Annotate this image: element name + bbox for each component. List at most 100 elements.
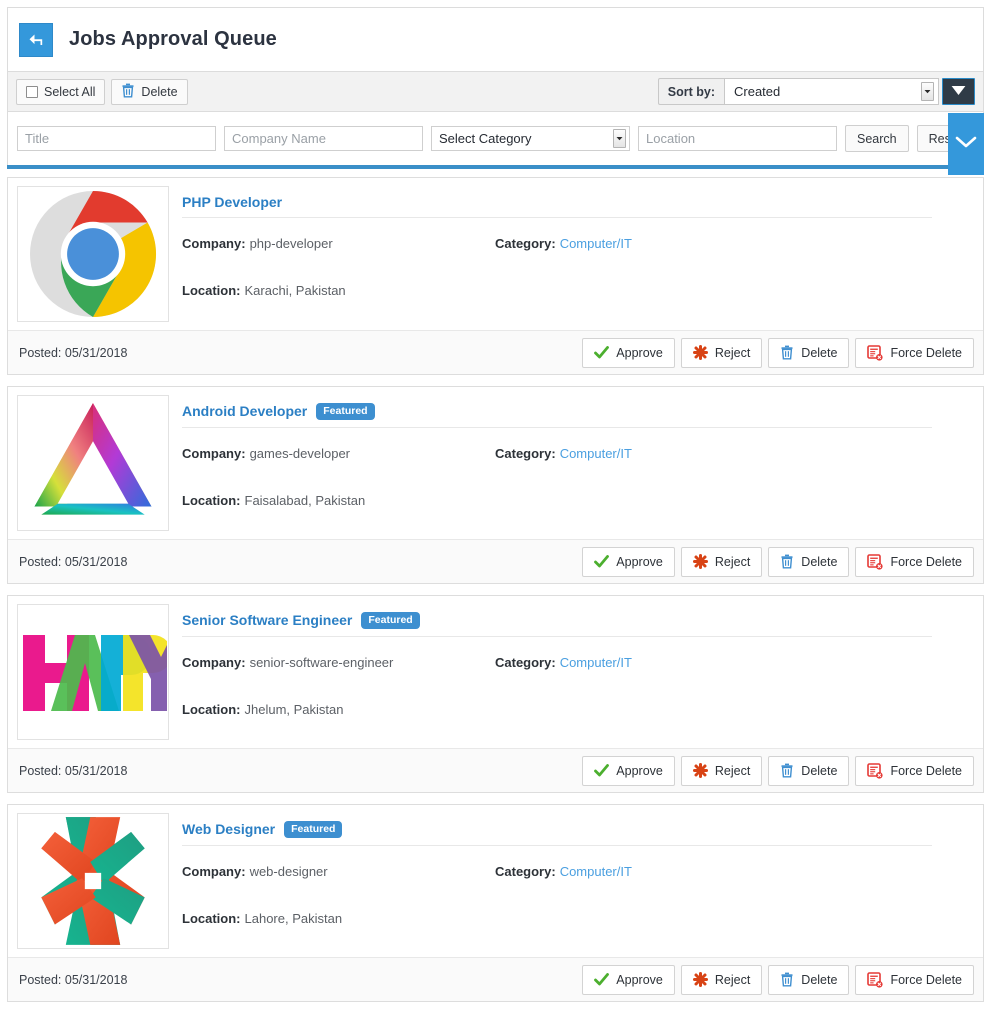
company-value: php-developer bbox=[249, 236, 333, 251]
job-title-row: Senior Software Engineer Featured bbox=[182, 612, 932, 637]
select-all-checkbox[interactable] bbox=[26, 85, 38, 98]
company-label: Company: bbox=[182, 654, 246, 670]
form-delete-icon bbox=[867, 971, 884, 988]
bulk-action-toolbar: Select All Delete Sort by: Created bbox=[7, 71, 984, 112]
trash-icon bbox=[780, 763, 794, 778]
approve-label: Approve bbox=[616, 763, 663, 778]
job-card-body: PHP Developer Company: php-developer Catego… bbox=[8, 178, 983, 330]
category-link[interactable]: Computer/IT bbox=[560, 864, 632, 879]
approve-label: Approve bbox=[616, 345, 663, 360]
force-delete-button[interactable]: Force Delete bbox=[855, 755, 974, 786]
force-delete-button[interactable]: Force Delete bbox=[855, 964, 974, 995]
job-card: Android Developer Featured Company: games-d… bbox=[7, 386, 984, 584]
location-field: Location: Lahore, Pakistan bbox=[182, 910, 495, 928]
location-value: Lahore, Pakistan bbox=[244, 910, 343, 926]
approve-label: Approve bbox=[616, 554, 663, 569]
location-field: Location: Karachi, Pakistan bbox=[182, 282, 495, 300]
job-title-link[interactable]: Senior Software Engineer bbox=[182, 612, 352, 628]
job-title-link[interactable]: Web Designer bbox=[182, 821, 275, 837]
search-company-input[interactable] bbox=[224, 126, 423, 151]
job-actions: Approve Reject Delete Force Delete bbox=[582, 546, 974, 577]
bulk-delete-button[interactable]: Delete bbox=[111, 78, 188, 105]
form-delete-icon bbox=[867, 762, 884, 779]
job-list: PHP Developer Company: php-developer Catego… bbox=[0, 166, 991, 1014]
page-header: Jobs Approval Queue bbox=[7, 7, 984, 71]
sort-select[interactable]: Created bbox=[724, 78, 939, 105]
job-title-link[interactable]: PHP Developer bbox=[182, 194, 282, 210]
job-card-body: Senior Software Engineer Featured Company:… bbox=[8, 596, 983, 748]
force-delete-button[interactable]: Force Delete bbox=[855, 337, 974, 368]
job-title-link[interactable]: Android Developer bbox=[182, 403, 307, 419]
search-button[interactable]: Search bbox=[845, 125, 909, 152]
company-label: Company: bbox=[182, 863, 246, 879]
trash-icon bbox=[780, 345, 794, 360]
back-button[interactable] bbox=[19, 22, 53, 57]
approve-button[interactable]: Approve bbox=[582, 337, 675, 368]
search-title-input[interactable] bbox=[17, 126, 216, 151]
spinner-icon[interactable] bbox=[921, 82, 934, 101]
job-meta: Company: senior-software-engineer Category… bbox=[182, 654, 974, 719]
approve-button[interactable]: Approve bbox=[582, 755, 675, 786]
reject-label: Reject bbox=[714, 763, 751, 778]
posted-date: Posted: 05/31/2018 bbox=[19, 345, 128, 360]
reject-button[interactable]: Reject bbox=[680, 546, 763, 577]
category-link[interactable]: Computer/IT bbox=[560, 236, 632, 251]
filter-collapse-toggle[interactable] bbox=[948, 113, 984, 175]
select-all-button[interactable]: Select All bbox=[16, 78, 106, 105]
bulk-actions-group: Select All Delete bbox=[16, 78, 188, 105]
category-label: Category: bbox=[495, 654, 556, 670]
approve-button[interactable]: Approve bbox=[582, 964, 675, 995]
category-label: Category: bbox=[495, 445, 556, 461]
search-category-select[interactable]: Select Category bbox=[431, 126, 630, 151]
jobs-approval-queue-page: Jobs Approval Queue Select All Delete So… bbox=[0, 0, 991, 1014]
job-details: Senior Software Engineer Featured Company:… bbox=[169, 604, 974, 740]
job-card-footer: Posted: 05/31/2018 Approve Reject Delete For… bbox=[8, 957, 983, 1001]
category-link[interactable]: Computer/IT bbox=[560, 446, 632, 461]
sort-direction-button[interactable] bbox=[942, 78, 975, 105]
company-field: Company: games-developer bbox=[182, 445, 495, 463]
reject-button[interactable]: Reject bbox=[680, 755, 763, 786]
search-category-value: Select Category bbox=[439, 131, 532, 146]
force-delete-label: Force Delete bbox=[890, 972, 962, 987]
select-all-label: Select All bbox=[44, 84, 96, 99]
approve-button[interactable]: Approve bbox=[582, 546, 675, 577]
check-icon bbox=[594, 554, 610, 569]
job-actions: Approve Reject Delete Force Delete bbox=[582, 964, 974, 995]
reject-button[interactable]: Reject bbox=[680, 964, 763, 995]
company-logo bbox=[17, 395, 169, 531]
category-link[interactable]: Computer/IT bbox=[560, 655, 632, 670]
company-value: games-developer bbox=[249, 445, 351, 461]
location-label: Location: bbox=[182, 492, 241, 508]
company-field: Company: web-designer bbox=[182, 863, 495, 881]
triangle-down-icon bbox=[951, 83, 966, 101]
reject-label: Reject bbox=[714, 554, 751, 569]
company-field: Company: php-developer bbox=[182, 235, 495, 253]
featured-badge: Featured bbox=[316, 403, 375, 420]
job-card: Web Designer Featured Company: web-designer… bbox=[7, 804, 984, 1002]
search-location-input[interactable] bbox=[638, 126, 837, 151]
check-icon bbox=[594, 763, 610, 778]
force-delete-label: Force Delete bbox=[890, 763, 962, 778]
bulk-delete-label: Delete bbox=[141, 84, 178, 99]
approve-label: Approve bbox=[616, 972, 663, 987]
force-delete-button[interactable]: Force Delete bbox=[855, 546, 974, 577]
force-delete-label: Force Delete bbox=[890, 345, 962, 360]
location-label: Location: bbox=[182, 701, 241, 717]
company-label: Company: bbox=[182, 236, 246, 251]
trash-icon bbox=[780, 554, 794, 569]
delete-button[interactable]: Delete bbox=[768, 755, 850, 786]
job-meta: Company: games-developer Category: Computer… bbox=[182, 445, 974, 510]
rainbow-triangle-logo bbox=[34, 403, 152, 515]
reject-label: Reject bbox=[714, 972, 751, 987]
spinner-icon[interactable] bbox=[613, 129, 626, 148]
company-field: Company: senior-software-engineer bbox=[182, 654, 495, 672]
company-value: senior-software-engineer bbox=[249, 654, 394, 670]
delete-button[interactable]: Delete bbox=[768, 964, 850, 995]
delete-button[interactable]: Delete bbox=[768, 546, 850, 577]
featured-badge: Featured bbox=[361, 612, 420, 629]
delete-label: Delete bbox=[801, 345, 838, 360]
delete-button[interactable]: Delete bbox=[768, 337, 850, 368]
reject-button[interactable]: Reject bbox=[680, 337, 763, 368]
chrome-logo bbox=[30, 190, 157, 317]
job-card: Senior Software Engineer Featured Company:… bbox=[7, 595, 984, 793]
